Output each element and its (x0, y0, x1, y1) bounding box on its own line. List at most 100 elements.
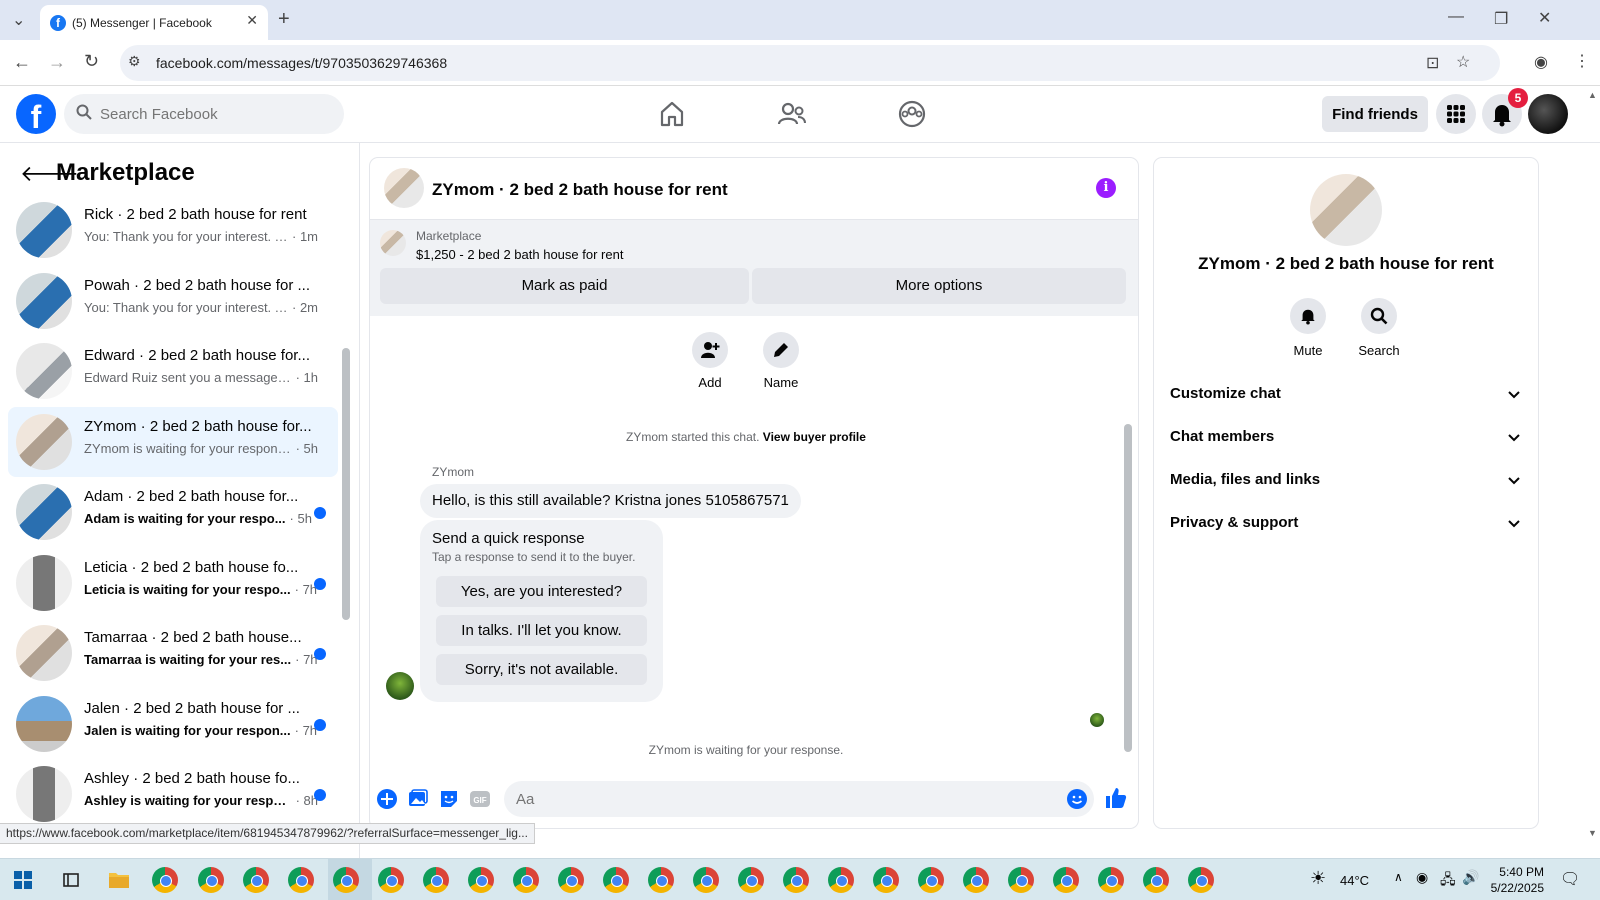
chrome-taskbar-icon[interactable] (648, 867, 674, 893)
message-bubble[interactable]: Hello, is this still available? Kristna … (420, 484, 801, 518)
listing-price[interactable]: $1,250 - 2 bed 2 bath house for rent (416, 247, 623, 262)
task-view-icon[interactable] (62, 871, 80, 889)
page-scroll-up-icon[interactable]: ▲ (1588, 90, 1597, 100)
minimize-icon[interactable]: — (1448, 8, 1464, 26)
add-people-button[interactable]: Add (680, 332, 740, 390)
more-options-button[interactable]: More options (752, 268, 1126, 304)
sidebar-scrollbar[interactable] (342, 348, 350, 620)
conversation-item[interactable]: ZYmom · 2 bed 2 bath house for... ZYmom i… (8, 406, 338, 477)
chrome-taskbar-icon[interactable] (243, 867, 269, 893)
quick-response-talks-button[interactable]: In talks. I'll let you know. (436, 615, 647, 646)
notification-center-icon[interactable]: 🗨 (1560, 869, 1580, 889)
mute-button[interactable]: Mute (1278, 298, 1338, 358)
chat-listing-thumbnail[interactable] (384, 168, 424, 208)
media-files-links-row[interactable]: Media, files and links (1170, 460, 1522, 500)
chrome-menu-icon[interactable]: ⋮ (1574, 51, 1590, 71)
plus-circle-icon[interactable] (376, 788, 398, 810)
omnibox[interactable]: ⚙ facebook.com/messages/t/97035036297463… (120, 45, 1500, 81)
chat-scrollbar[interactable] (1124, 424, 1132, 752)
chrome-taskbar-icon[interactable] (1143, 867, 1169, 893)
windows-start-icon[interactable] (14, 871, 32, 889)
conversation-item[interactable]: Adam · 2 bed 2 bath house for... Adam is … (8, 477, 338, 547)
tab-search-icon[interactable]: ⌄ (12, 10, 25, 30)
chrome-taskbar-icon[interactable] (423, 867, 449, 893)
chrome-taskbar-icon[interactable] (152, 867, 178, 893)
search-input[interactable] (100, 102, 330, 126)
name-chat-button[interactable]: Name (751, 332, 811, 390)
chrome-taskbar-icon[interactable] (378, 867, 404, 893)
facebook-search[interactable] (64, 94, 344, 134)
browser-tab[interactable]: f (5) Messenger | Facebook ✕ (40, 5, 268, 40)
chrome-taskbar-icon[interactable] (1188, 867, 1214, 893)
quick-response-yes-button[interactable]: Yes, are you interested? (436, 576, 647, 607)
view-buyer-profile-link[interactable]: View buyer profile (763, 430, 866, 444)
chrome-taskbar-icon[interactable] (1098, 867, 1124, 893)
close-window-icon[interactable]: ✕ (1538, 8, 1551, 28)
chrome-taskbar-icon[interactable] (558, 867, 584, 893)
chrome-taskbar-icon[interactable] (1008, 867, 1034, 893)
bookmark-star-icon[interactable]: ☆ (1456, 52, 1470, 72)
chrome-taskbar-icon[interactable] (783, 867, 809, 893)
profile-icon[interactable]: ◉ (1534, 52, 1548, 72)
record-icon[interactable]: ◉ (1416, 869, 1428, 886)
install-app-icon[interactable]: ⊡ (1426, 53, 1439, 73)
mark-as-paid-button[interactable]: Mark as paid (380, 268, 749, 304)
emoji-icon[interactable] (1066, 788, 1088, 810)
photo-icon[interactable] (407, 788, 429, 810)
groups-icon[interactable] (896, 98, 928, 130)
chat-members-row[interactable]: Chat members (1170, 417, 1522, 457)
chrome-taskbar-icon[interactable] (513, 867, 539, 893)
message-input[interactable] (504, 781, 1094, 817)
conversation-item[interactable]: Tamarraa · 2 bed 2 bath house... Tamarraa… (8, 618, 338, 688)
tray-chevron-icon[interactable]: ∧ (1394, 870, 1403, 884)
page-scroll-down-icon[interactable]: ▼ (1588, 828, 1597, 838)
back-icon[interactable]: ← (13, 52, 31, 73)
forward-icon[interactable]: → (48, 52, 66, 73)
chrome-taskbar-icon[interactable] (828, 867, 854, 893)
chrome-taskbar-icon[interactable] (693, 867, 719, 893)
chat-title[interactable]: ZYmom · 2 bed 2 bath house for rent (432, 180, 728, 200)
find-friends-button[interactable]: Find friends (1322, 96, 1428, 132)
clock[interactable]: 5:40 PM 5/22/2025 (1480, 864, 1544, 896)
facebook-logo-icon[interactable]: f (16, 94, 56, 134)
conversation-item[interactable]: Edward · 2 bed 2 bath house for... Edward… (8, 336, 338, 406)
listing-thumbnail[interactable] (380, 230, 406, 256)
chrome-taskbar-icon[interactable] (603, 867, 629, 893)
chrome-taskbar-icon[interactable] (198, 867, 224, 893)
conversation-item[interactable]: Jalen · 2 bed 2 bath house for ... Jalen … (8, 689, 338, 759)
weather-icon[interactable]: ☀ (1310, 868, 1326, 889)
close-tab-icon[interactable]: ✕ (246, 12, 258, 29)
thumbs-up-icon[interactable] (1104, 786, 1128, 810)
chrome-taskbar-icon[interactable] (468, 867, 494, 893)
restore-icon[interactable]: ❐ (1494, 9, 1508, 29)
chrome-taskbar-icon[interactable] (333, 867, 359, 893)
conversation-item[interactable]: Leticia · 2 bed 2 bath house fo... Letici… (8, 548, 338, 618)
account-avatar[interactable] (1528, 94, 1568, 134)
chrome-taskbar-icon[interactable] (1053, 867, 1079, 893)
home-icon[interactable] (656, 98, 688, 130)
file-explorer-icon[interactable] (108, 870, 130, 890)
chrome-taskbar-icon[interactable] (918, 867, 944, 893)
new-tab-icon[interactable]: + (278, 8, 290, 31)
chrome-taskbar-icon[interactable] (288, 867, 314, 893)
search-conversation-button[interactable]: Search (1349, 298, 1409, 358)
conversation-item[interactable]: Rick · 2 bed 2 bath house for rent You: T… (8, 195, 338, 265)
sticker-icon[interactable] (438, 788, 460, 810)
sender-avatar[interactable] (386, 672, 414, 700)
info-icon[interactable]: i (1096, 178, 1116, 198)
privacy-support-row[interactable]: Privacy & support (1170, 503, 1522, 543)
volume-icon[interactable]: 🔊 (1462, 869, 1479, 886)
chrome-taskbar-icon[interactable] (963, 867, 989, 893)
menu-button[interactable] (1436, 94, 1476, 134)
chrome-taskbar-icon[interactable] (738, 867, 764, 893)
temperature[interactable]: 44°C (1340, 873, 1369, 888)
customize-chat-row[interactable]: Customize chat (1170, 374, 1522, 414)
conversation-item[interactable]: Powah · 2 bed 2 bath house for ... You: T… (8, 266, 338, 336)
gif-icon[interactable]: GIF (469, 788, 491, 810)
friends-icon[interactable] (776, 98, 808, 130)
network-icon[interactable]: 🖧 (1440, 869, 1456, 893)
conversation-item[interactable]: Ashley · 2 bed 2 bath house fo... Ashley … (8, 759, 338, 829)
chrome-taskbar-icon[interactable] (873, 867, 899, 893)
site-info-icon[interactable]: ⚙ (128, 53, 141, 70)
quick-response-sorry-button[interactable]: Sorry, it's not available. (436, 654, 647, 685)
